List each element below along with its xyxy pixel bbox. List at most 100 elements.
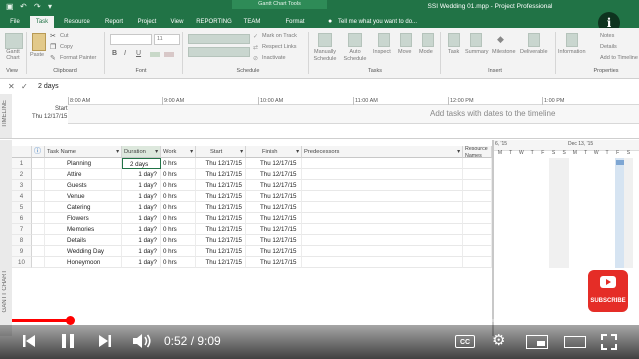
row-number[interactable]: 1: [12, 158, 32, 169]
cut-icon[interactable]: ✂: [50, 32, 56, 40]
indicator-cell[interactable]: [32, 158, 45, 169]
task-name-cell[interactable]: Wedding Day: [45, 246, 122, 257]
italic-button[interactable]: I: [124, 50, 126, 57]
start-cell[interactable]: Thu 12/17/15: [196, 235, 246, 246]
gantt-chart-button[interactable]: Gantt Chart: [2, 49, 24, 61]
finish-cell[interactable]: Thu 12/17/15: [246, 158, 302, 169]
row-number[interactable]: 2: [12, 169, 32, 180]
predecessors-cell[interactable]: [302, 202, 463, 213]
predecessors-cell[interactable]: [302, 246, 463, 257]
predecessors-cell[interactable]: [302, 158, 463, 169]
duration-cell-selected[interactable]: 2 days: [122, 158, 161, 169]
deliverable-icon[interactable]: [528, 33, 540, 47]
tab-report[interactable]: Report: [100, 16, 128, 28]
task-bar[interactable]: [616, 160, 624, 165]
link-tasks-icons[interactable]: [188, 47, 250, 57]
column-header-start[interactable]: Start ▾: [196, 146, 246, 158]
indicator-cell[interactable]: [32, 257, 45, 268]
fullscreen-icon[interactable]: [600, 333, 618, 351]
summary-icon[interactable]: [470, 33, 482, 47]
respect-links-button[interactable]: Respect Links: [262, 44, 297, 50]
duration-cell[interactable]: 1 day?: [122, 202, 161, 213]
predecessors-cell[interactable]: [302, 235, 463, 246]
tab-team[interactable]: TEAM: [240, 16, 264, 28]
add-to-timeline-button[interactable]: Add to Timeline: [600, 55, 638, 61]
theater-mode-icon[interactable]: [564, 336, 586, 348]
work-cell[interactable]: 0 hrs: [161, 158, 196, 169]
inspect-icon[interactable]: [378, 33, 390, 47]
format-painter-icon[interactable]: ✎: [50, 54, 56, 62]
paste-icon[interactable]: [32, 33, 46, 51]
milestone-button[interactable]: Milestone: [492, 49, 516, 55]
notes-button[interactable]: Notes: [600, 33, 614, 39]
work-cell[interactable]: 0 hrs: [161, 246, 196, 257]
work-cell[interactable]: 0 hrs: [161, 191, 196, 202]
resource-names-cell[interactable]: [463, 246, 492, 257]
mode-button[interactable]: Mode: [419, 49, 433, 55]
select-all-corner[interactable]: [12, 146, 32, 158]
column-header-finish[interactable]: Finish ▾: [246, 146, 302, 158]
finish-cell[interactable]: Thu 12/17/15: [246, 224, 302, 235]
task-name-cell[interactable]: Venue: [45, 191, 122, 202]
accept-entry-icon[interactable]: ✓: [21, 82, 28, 91]
task-name-cell[interactable]: Attire: [45, 169, 122, 180]
indicator-cell[interactable]: [32, 235, 45, 246]
start-cell[interactable]: Thu 12/17/15: [196, 246, 246, 257]
indicator-cell[interactable]: [32, 246, 45, 257]
finish-cell[interactable]: Thu 12/17/15: [246, 180, 302, 191]
information-button[interactable]: Information: [558, 49, 586, 55]
finish-cell[interactable]: Thu 12/17/15: [246, 246, 302, 257]
resource-names-cell[interactable]: [463, 191, 492, 202]
task-name-cell[interactable]: Memories: [45, 224, 122, 235]
font-name-field[interactable]: [110, 34, 152, 45]
duration-cell[interactable]: 1 day?: [122, 191, 161, 202]
predecessors-cell[interactable]: [302, 224, 463, 235]
tab-view[interactable]: View: [166, 16, 188, 28]
column-header-task-name[interactable]: Task Name ▾: [45, 146, 122, 158]
finish-cell[interactable]: Thu 12/17/15: [246, 169, 302, 180]
start-cell[interactable]: Thu 12/17/15: [196, 158, 246, 169]
work-cell[interactable]: 0 hrs: [161, 213, 196, 224]
bold-button[interactable]: B: [112, 50, 117, 57]
format-painter-button[interactable]: Format Painter: [60, 55, 96, 61]
indicator-cell[interactable]: [32, 213, 45, 224]
inactivate-button[interactable]: Inactivate: [262, 55, 286, 61]
captions-icon[interactable]: CC: [455, 335, 475, 348]
tab-reporting[interactable]: REPORTING: [192, 16, 236, 28]
start-cell[interactable]: Thu 12/17/15: [196, 202, 246, 213]
work-cell[interactable]: 0 hrs: [161, 257, 196, 268]
work-cell[interactable]: 0 hrs: [161, 202, 196, 213]
start-cell[interactable]: Thu 12/17/15: [196, 180, 246, 191]
details-button[interactable]: Details: [600, 44, 617, 50]
finish-cell[interactable]: Thu 12/17/15: [246, 257, 302, 268]
task-name-cell[interactable]: Details: [45, 235, 122, 246]
auto-schedule-icon[interactable]: [348, 33, 362, 47]
column-header-work[interactable]: Work ▾: [161, 146, 196, 158]
tab-format[interactable]: Format: [278, 16, 312, 28]
task-name-cell[interactable]: Honeymoon: [45, 257, 122, 268]
resource-names-cell[interactable]: [463, 235, 492, 246]
tab-file[interactable]: File: [4, 16, 26, 28]
work-cell[interactable]: 0 hrs: [161, 235, 196, 246]
filter-arrow-icon[interactable]: ▾: [296, 146, 299, 158]
move-icon[interactable]: [400, 33, 412, 47]
work-cell[interactable]: 0 hrs: [161, 169, 196, 180]
row-number[interactable]: 9: [12, 246, 32, 257]
duration-cell[interactable]: 1 day?: [122, 257, 161, 268]
mode-icon[interactable]: [422, 33, 434, 47]
task-insert-button[interactable]: Task: [448, 49, 459, 55]
predecessors-cell[interactable]: [302, 180, 463, 191]
volume-icon[interactable]: [131, 332, 153, 350]
duration-cell[interactable]: 1 day?: [122, 246, 161, 257]
next-icon[interactable]: [96, 332, 114, 350]
task-name-cell[interactable]: Planning: [45, 158, 122, 169]
cut-button[interactable]: Cut: [60, 33, 69, 39]
start-cell[interactable]: Thu 12/17/15: [196, 191, 246, 202]
mark-on-track-icon[interactable]: ✓: [253, 33, 258, 40]
entry-field[interactable]: 2 days: [38, 83, 59, 90]
information-icon[interactable]: [566, 33, 578, 47]
deliverable-button[interactable]: Deliverable: [520, 49, 548, 55]
previous-icon[interactable]: [20, 332, 38, 350]
pause-icon[interactable]: [58, 331, 78, 351]
underline-button[interactable]: U: [136, 50, 141, 57]
